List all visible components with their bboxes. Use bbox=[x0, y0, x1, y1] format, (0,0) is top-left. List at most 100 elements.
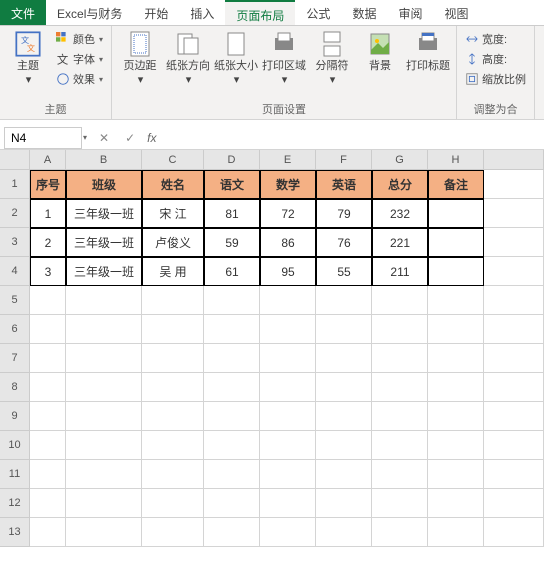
height-button[interactable]: 高度: bbox=[463, 50, 528, 68]
print-area-button[interactable]: 打印区域▾ bbox=[262, 30, 306, 86]
size-button[interactable]: 纸张大小▾ bbox=[214, 30, 258, 86]
cell[interactable] bbox=[30, 344, 66, 373]
cell[interactable] bbox=[428, 228, 484, 257]
row-header[interactable]: 12 bbox=[0, 489, 30, 518]
cell[interactable] bbox=[142, 344, 204, 373]
cell[interactable] bbox=[204, 489, 260, 518]
cell[interactable] bbox=[484, 489, 544, 518]
tab-excel-finance[interactable]: Excel与财务 bbox=[46, 0, 133, 25]
cell[interactable] bbox=[30, 402, 66, 431]
row-header[interactable]: 7 bbox=[0, 344, 30, 373]
cell[interactable]: 1 bbox=[30, 199, 66, 228]
cell[interactable] bbox=[484, 228, 544, 257]
row-header[interactable]: 13 bbox=[0, 518, 30, 547]
fonts-button[interactable]: 文字体▾ bbox=[54, 50, 105, 68]
col-header[interactable]: D bbox=[204, 150, 260, 170]
cell[interactable] bbox=[428, 518, 484, 547]
cell[interactable] bbox=[428, 402, 484, 431]
cell[interactable] bbox=[372, 489, 428, 518]
cell[interactable] bbox=[30, 489, 66, 518]
cell[interactable]: 姓名 bbox=[142, 170, 204, 199]
cell[interactable]: 序号 bbox=[30, 170, 66, 199]
row-header[interactable]: 4 bbox=[0, 257, 30, 286]
col-header[interactable]: H bbox=[428, 150, 484, 170]
width-button[interactable]: 宽度: bbox=[463, 30, 528, 48]
cell[interactable] bbox=[316, 489, 372, 518]
row-header[interactable]: 6 bbox=[0, 315, 30, 344]
cell[interactable]: 数学 bbox=[260, 170, 316, 199]
col-header[interactable]: A bbox=[30, 150, 66, 170]
cell[interactable] bbox=[372, 315, 428, 344]
cell[interactable] bbox=[204, 460, 260, 489]
cell[interactable] bbox=[484, 286, 544, 315]
cell[interactable] bbox=[484, 373, 544, 402]
cell[interactable]: 英语 bbox=[316, 170, 372, 199]
cell[interactable] bbox=[372, 518, 428, 547]
cell[interactable] bbox=[204, 344, 260, 373]
cell[interactable] bbox=[142, 402, 204, 431]
cell[interactable]: 79 bbox=[316, 199, 372, 228]
cell[interactable] bbox=[66, 489, 142, 518]
cell[interactable] bbox=[316, 373, 372, 402]
background-button[interactable]: 背景 bbox=[358, 30, 402, 72]
cell[interactable] bbox=[142, 315, 204, 344]
cell[interactable] bbox=[316, 344, 372, 373]
cell[interactable]: 72 bbox=[260, 199, 316, 228]
col-header[interactable]: F bbox=[316, 150, 372, 170]
cell[interactable] bbox=[260, 286, 316, 315]
cell[interactable] bbox=[484, 460, 544, 489]
tab-start[interactable]: 开始 bbox=[133, 0, 179, 25]
col-header[interactable]: E bbox=[260, 150, 316, 170]
row-header[interactable]: 3 bbox=[0, 228, 30, 257]
cell[interactable] bbox=[372, 344, 428, 373]
cell[interactable] bbox=[204, 315, 260, 344]
cell[interactable]: 三年级一班 bbox=[66, 228, 142, 257]
cancel-icon[interactable]: ✕ bbox=[95, 131, 113, 145]
col-header[interactable]: B bbox=[66, 150, 142, 170]
cell[interactable] bbox=[204, 402, 260, 431]
namebox-dropdown-icon[interactable]: ▾ bbox=[83, 133, 87, 142]
col-header[interactable]: G bbox=[372, 150, 428, 170]
cell[interactable] bbox=[428, 489, 484, 518]
cell[interactable] bbox=[428, 286, 484, 315]
cell[interactable] bbox=[66, 431, 142, 460]
cell[interactable] bbox=[30, 431, 66, 460]
tab-file[interactable]: 文件 bbox=[0, 0, 46, 25]
cell[interactable] bbox=[316, 286, 372, 315]
cell[interactable]: 59 bbox=[204, 228, 260, 257]
cell[interactable] bbox=[428, 199, 484, 228]
tab-insert[interactable]: 插入 bbox=[179, 0, 225, 25]
cell[interactable] bbox=[66, 344, 142, 373]
confirm-icon[interactable]: ✓ bbox=[121, 131, 139, 145]
breaks-button[interactable]: 分隔符▾ bbox=[310, 30, 354, 86]
col-header-empty[interactable] bbox=[484, 150, 544, 170]
cell[interactable] bbox=[260, 344, 316, 373]
effects-button[interactable]: 效果▾ bbox=[54, 70, 105, 88]
cell[interactable] bbox=[372, 431, 428, 460]
cell[interactable] bbox=[484, 315, 544, 344]
cell[interactable] bbox=[142, 460, 204, 489]
cell[interactable]: 86 bbox=[260, 228, 316, 257]
tab-review[interactable]: 审阅 bbox=[387, 0, 433, 25]
cell[interactable] bbox=[66, 373, 142, 402]
cell[interactable]: 三年级一班 bbox=[66, 257, 142, 286]
cell[interactable] bbox=[142, 489, 204, 518]
cell[interactable]: 语文 bbox=[204, 170, 260, 199]
cell[interactable] bbox=[484, 344, 544, 373]
tab-view[interactable]: 视图 bbox=[433, 0, 479, 25]
themes-button[interactable]: 文文 主题▾ bbox=[6, 30, 50, 86]
cell[interactable] bbox=[428, 373, 484, 402]
cell[interactable]: 232 bbox=[372, 199, 428, 228]
row-header[interactable]: 9 bbox=[0, 402, 30, 431]
cell[interactable] bbox=[316, 431, 372, 460]
cell[interactable] bbox=[372, 402, 428, 431]
cell[interactable] bbox=[316, 402, 372, 431]
cell[interactable]: 总分 bbox=[372, 170, 428, 199]
row-header[interactable]: 2 bbox=[0, 199, 30, 228]
cell[interactable]: 81 bbox=[204, 199, 260, 228]
cell[interactable] bbox=[30, 373, 66, 402]
cell[interactable]: 76 bbox=[316, 228, 372, 257]
cell[interactable] bbox=[66, 460, 142, 489]
cell[interactable]: 61 bbox=[204, 257, 260, 286]
cell[interactable] bbox=[428, 315, 484, 344]
